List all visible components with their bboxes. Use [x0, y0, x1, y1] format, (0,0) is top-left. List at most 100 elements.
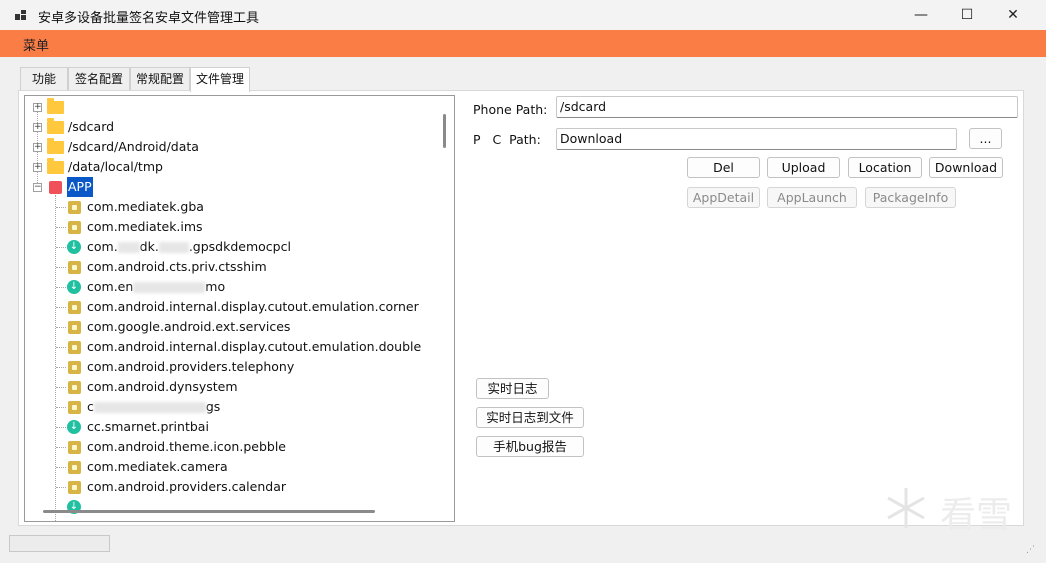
app-name-part: dk.	[139, 239, 159, 254]
tree-branch	[56, 387, 66, 388]
app-name-part: com.en	[87, 279, 134, 294]
resize-grip-icon[interactable]: ⋰	[1026, 545, 1035, 555]
app-icon	[15, 10, 26, 20]
watermark-text: 看雪	[940, 495, 1013, 536]
browse-button[interactable]: ...	[969, 128, 1002, 149]
minimize-icon: —	[914, 7, 928, 23]
package-info-button[interactable]: PackageInfo	[865, 187, 956, 208]
tree-branch	[56, 487, 66, 488]
tab-function[interactable]: 功能	[20, 67, 68, 91]
tree-branch	[56, 267, 66, 268]
package-icon	[68, 301, 81, 314]
watermark: 看雪	[878, 484, 1028, 536]
folder-icon	[47, 158, 64, 174]
tree-node-label: /sdcard/Android/data	[68, 139, 199, 154]
app-name-part: mo	[205, 279, 226, 294]
menu-item[interactable]: 菜单	[23, 35, 49, 54]
tree-branch	[56, 327, 66, 328]
package-icon	[68, 461, 81, 474]
maximize-button[interactable]: ☐	[944, 0, 990, 30]
redacted-text	[158, 242, 189, 253]
expand-icon[interactable]: +	[33, 143, 42, 152]
app-package-name: com. dk. .gpsdkdemocpcl	[87, 237, 291, 257]
pc-path-label: P C Path:	[473, 132, 541, 147]
apk-icon: ↓	[67, 240, 81, 254]
app-package-name: com.android.internal.display.cutout.emul…	[87, 339, 422, 354]
tree-branch	[56, 247, 66, 248]
app-name-part: com.	[87, 239, 118, 254]
redacted-text	[93, 402, 206, 413]
status-bar-box	[9, 535, 110, 552]
upload-button[interactable]: Upload	[767, 157, 840, 178]
realtime-log-button[interactable]: 实时日志	[476, 378, 549, 399]
apk-icon: ↓	[67, 280, 81, 294]
location-button[interactable]: Location	[848, 157, 922, 178]
app-package-name: com.android.providers.telephony	[87, 359, 295, 374]
app-package-name: com.en mo	[87, 277, 225, 297]
realtime-log-to-file-button[interactable]: 实时日志到文件	[476, 407, 584, 428]
app-name-part: .gpsdkdemocpcl	[188, 239, 291, 254]
tree-branch	[56, 427, 66, 428]
close-button[interactable]: ✕	[990, 0, 1036, 30]
package-icon	[68, 481, 81, 494]
snowflake-icon	[887, 488, 925, 528]
package-icon	[68, 261, 81, 274]
tab-sign-config[interactable]: 签名配置	[68, 67, 130, 91]
folder-icon	[47, 98, 64, 114]
tree-branch	[56, 467, 66, 468]
app-package-name: com.android.dynsystem	[87, 379, 238, 394]
folder-icon	[47, 118, 64, 134]
package-icon	[68, 321, 81, 334]
tab-file-manager[interactable]: 文件管理	[190, 67, 250, 92]
phone-path-input[interactable]: /sdcard	[556, 96, 1018, 118]
redacted-text	[117, 242, 140, 253]
app-name-part: gs	[205, 399, 221, 414]
tree-node-label-selected: APP	[67, 177, 93, 197]
app-package-name: com.mediatek.ims	[87, 219, 203, 234]
file-tree[interactable]: + + /sdcard + /sdcard/Android/data + /da…	[24, 95, 455, 522]
menu-bar: 菜单	[0, 30, 1046, 57]
package-icon	[68, 341, 81, 354]
bug-report-button[interactable]: 手机bug报告	[476, 436, 584, 457]
tree-branch	[56, 307, 66, 308]
package-icon	[68, 441, 81, 454]
app-package-name: com.android.cts.priv.ctsshim	[87, 259, 267, 274]
app-package-name: com.android.internal.display.cutout.emul…	[87, 299, 419, 314]
close-icon: ✕	[1007, 7, 1019, 23]
package-icon	[68, 361, 81, 374]
tree-vertical-scrollbar[interactable]	[443, 114, 446, 148]
app-package-name: com.android.theme.icon.pebble	[87, 439, 286, 454]
expand-icon[interactable]: +	[33, 103, 42, 112]
tab-general-config[interactable]: 常规配置	[130, 67, 190, 91]
tree-branch	[56, 287, 66, 288]
tree-branch	[56, 367, 66, 368]
tree-branch	[56, 407, 66, 408]
app-detail-button[interactable]: AppDetail	[687, 187, 760, 208]
apk-icon: ↓	[67, 420, 81, 434]
app-launch-button[interactable]: AppLaunch	[767, 187, 857, 208]
tree-branch	[56, 447, 66, 448]
package-icon	[68, 381, 81, 394]
minimize-button[interactable]: —	[898, 0, 944, 30]
download-button[interactable]: Download	[929, 157, 1003, 178]
delete-button[interactable]: Del	[687, 157, 760, 178]
folder-icon	[47, 138, 64, 154]
app-package-name: com.android.providers.calendar	[87, 479, 286, 494]
tree-branch	[56, 347, 66, 348]
collapse-icon[interactable]: −	[33, 183, 42, 192]
app-package-name: cc.smarnet.printbai	[87, 419, 209, 434]
tree-guide-line	[55, 195, 56, 521]
app-name-part: c	[87, 399, 94, 414]
expand-icon[interactable]: +	[33, 163, 42, 172]
app-package-name: c gs	[87, 397, 220, 417]
maximize-icon: ☐	[960, 7, 974, 23]
phone-path-label: Phone Path:	[473, 102, 548, 117]
tree-branch	[56, 227, 66, 228]
window-title: 安卓多设备批量签名安卓文件管理工具	[38, 11, 260, 26]
title-bar: 安卓多设备批量签名安卓文件管理工具 — ☐ ✕	[0, 0, 1046, 30]
redacted-text	[133, 282, 206, 293]
tree-node-label: /data/local/tmp	[68, 159, 163, 174]
expand-icon[interactable]: +	[33, 123, 42, 132]
tree-horizontal-scrollbar[interactable]	[43, 510, 375, 513]
pc-path-input[interactable]: Download	[556, 128, 957, 150]
